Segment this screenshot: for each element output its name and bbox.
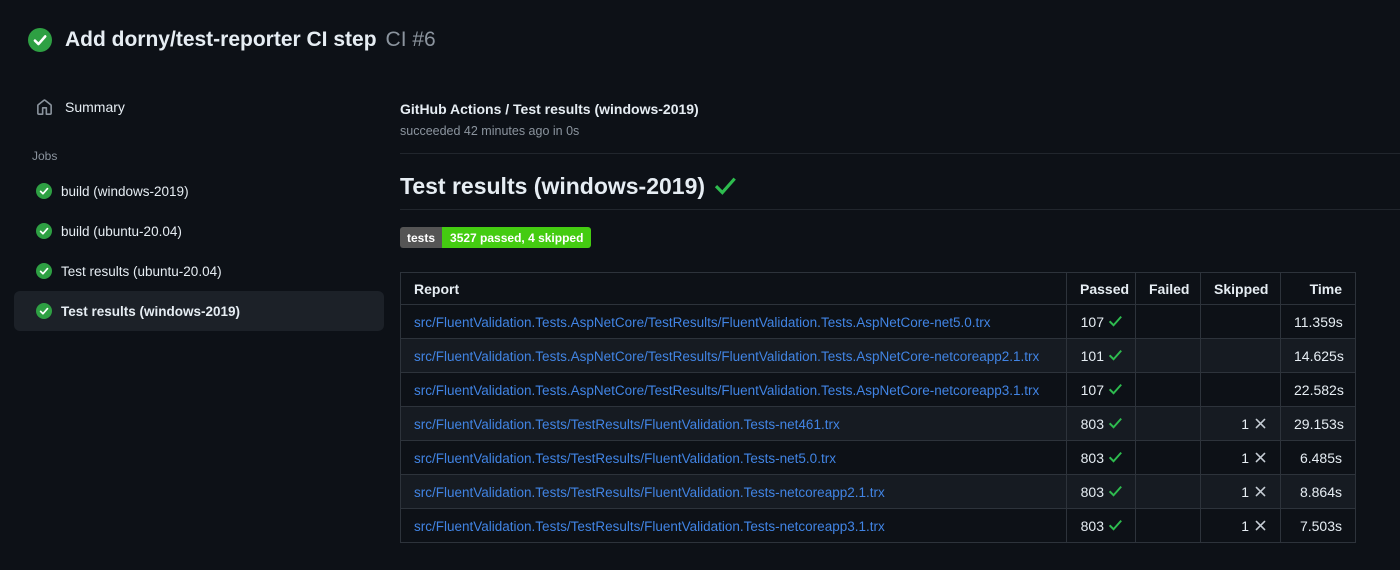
job-label: Test results (windows-2019) [61, 303, 241, 319]
run-ref: CI #6 [385, 28, 436, 51]
skipped-count: 1 [1241, 415, 1249, 432]
report-link[interactable]: src/FluentValidation.Tests/TestResults/F… [414, 417, 840, 432]
table-row: src/FluentValidation.Tests.AspNetCore/Te… [400, 338, 1356, 373]
check-circle-icon [36, 303, 52, 319]
check-run-title: GitHub Actions / Test results (windows-2… [400, 101, 699, 117]
sidebar-item-job-3[interactable]: Test results (windows-2019) [14, 291, 384, 331]
passed-count: 803 [1080, 415, 1104, 432]
report-link[interactable]: src/FluentValidation.Tests/TestResults/F… [414, 485, 885, 500]
run-header: Add dorny/test-reporter CI step CI #6 [28, 28, 436, 52]
x-icon [1255, 486, 1266, 497]
badge-label: tests [400, 227, 443, 248]
column-header-passed: Passed [1066, 272, 1136, 305]
jobs-heading: Jobs [32, 149, 58, 163]
skipped-count: 1 [1241, 449, 1249, 466]
section-title-row: Test results (windows-2019) [400, 173, 1400, 200]
skipped-count: 1 [1241, 517, 1249, 534]
table-row: src/FluentValidation.Tests/TestResults/F… [400, 474, 1356, 509]
report-link[interactable]: src/FluentValidation.Tests/TestResults/F… [414, 519, 885, 534]
x-icon [1255, 520, 1266, 531]
check-icon [1109, 418, 1122, 429]
x-icon [1255, 452, 1266, 463]
x-icon [1255, 418, 1266, 429]
divider [400, 209, 1400, 210]
check-circle-icon [36, 223, 52, 239]
sidebar-item-job-0[interactable]: build (windows-2019) [14, 171, 384, 211]
test-results-table: Report Passed Failed Skipped Time src/Fl… [400, 272, 1356, 543]
job-label: Test results (ubuntu-20.04) [61, 263, 222, 279]
passed-count: 803 [1080, 449, 1104, 466]
job-list: build (windows-2019) build (ubuntu-20.04… [0, 171, 400, 331]
table-row: src/FluentValidation.Tests/TestResults/F… [400, 406, 1356, 441]
time-value: 11.359s [1280, 304, 1356, 339]
section-title: Test results (windows-2019) [400, 173, 706, 199]
run-title: Add dorny/test-reporter CI step [65, 28, 377, 51]
sidebar-item-job-1[interactable]: build (ubuntu-20.04) [14, 211, 384, 251]
passed-count: 101 [1080, 347, 1104, 364]
column-header-skipped: Skipped [1200, 272, 1281, 305]
check-run-status: succeeded 42 minutes ago in 0s [400, 124, 580, 138]
divider [400, 153, 1400, 154]
report-link[interactable]: src/FluentValidation.Tests/TestResults/F… [414, 451, 836, 466]
main-content: GitHub Actions / Test results (windows-2… [400, 88, 1400, 570]
time-value: 14.625s [1280, 338, 1356, 373]
summary-label: Summary [65, 99, 125, 115]
tests-badge[interactable]: tests 3527 passed, 4 skipped [400, 227, 592, 248]
time-value: 8.864s [1280, 474, 1356, 509]
time-value: 6.485s [1280, 440, 1356, 475]
report-link[interactable]: src/FluentValidation.Tests.AspNetCore/Te… [414, 315, 991, 330]
table-row: src/FluentValidation.Tests/TestResults/F… [400, 440, 1356, 475]
success-check-icon [715, 178, 736, 195]
check-icon [1109, 384, 1122, 395]
check-circle-icon [36, 183, 52, 199]
report-link[interactable]: src/FluentValidation.Tests.AspNetCore/Te… [414, 349, 1039, 364]
time-value: 29.153s [1280, 406, 1356, 441]
job-label: build (ubuntu-20.04) [61, 223, 182, 239]
column-header-report: Report [400, 272, 1067, 305]
check-icon [1109, 452, 1122, 463]
check-icon [1109, 486, 1122, 497]
sidebar: Summary Jobs build (windows-2019) build … [0, 88, 400, 570]
passed-count: 107 [1080, 381, 1104, 398]
sidebar-item-job-2[interactable]: Test results (ubuntu-20.04) [14, 251, 384, 291]
passed-count: 803 [1080, 483, 1104, 500]
skipped-count: 1 [1241, 483, 1249, 500]
job-label: build (windows-2019) [61, 183, 189, 199]
column-header-failed: Failed [1135, 272, 1201, 305]
check-circle-icon [36, 263, 52, 279]
time-value: 7.503s [1280, 508, 1356, 543]
table-row: src/FluentValidation.Tests.AspNetCore/Te… [400, 304, 1356, 339]
check-circle-icon [28, 28, 52, 52]
passed-count: 107 [1080, 313, 1104, 330]
passed-count: 803 [1080, 517, 1104, 534]
table-row: src/FluentValidation.Tests/TestResults/F… [400, 508, 1356, 543]
sidebar-item-summary[interactable]: Summary [0, 91, 400, 123]
time-value: 22.582s [1280, 372, 1356, 407]
home-icon [37, 98, 52, 115]
table-header-row: Report Passed Failed Skipped Time [400, 272, 1356, 305]
report-link[interactable]: src/FluentValidation.Tests.AspNetCore/Te… [414, 383, 1039, 398]
check-icon [1109, 520, 1122, 531]
check-icon [1109, 316, 1122, 327]
check-icon [1109, 350, 1122, 361]
column-header-time: Time [1280, 272, 1356, 305]
badge-value: 3527 passed, 4 skipped [442, 227, 592, 248]
table-row: src/FluentValidation.Tests.AspNetCore/Te… [400, 372, 1356, 407]
